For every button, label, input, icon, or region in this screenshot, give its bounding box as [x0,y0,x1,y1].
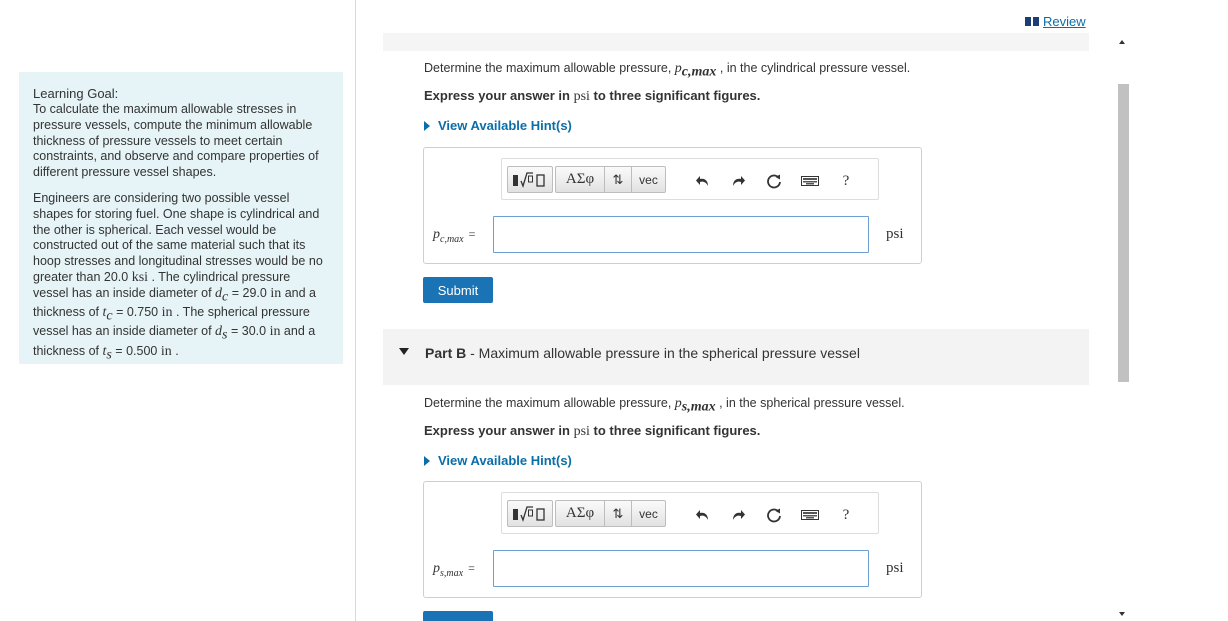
submit-button[interactable]: Submit [423,277,493,303]
templates-button[interactable] [507,166,553,193]
templates-icon [508,167,552,192]
expand-arrow-icon [424,120,430,131]
greek-icon[interactable]: ΑΣφ [556,167,604,192]
arrows-icon[interactable]: ⇅ [605,167,631,192]
collapse-triangle-icon [399,348,409,355]
part-b-unit: psi [886,560,904,576]
undo-icon[interactable] [693,506,713,524]
vec-icon[interactable]: vec [632,501,665,526]
panel-divider [355,0,356,621]
book-icon [1025,17,1039,27]
help-icon[interactable]: ? [836,172,856,190]
part-a-variable-label: pc,max = [433,227,476,245]
expand-arrow-icon [424,455,430,466]
learning-goal-text: To calculate the maximum allowable stres… [33,102,319,180]
part-b-answer-input[interactable] [493,550,869,587]
help-icon[interactable]: ? [836,506,856,524]
keyboard-icon[interactable] [800,506,820,524]
submit-button-partial[interactable] [423,611,493,621]
redo-icon[interactable] [728,172,748,190]
part-a-answer-box: ΑΣφ ⇅ vec ? pc,max = psi [423,147,922,264]
keyboard-icon[interactable] [800,172,820,190]
review-link[interactable]: Review [1025,14,1086,29]
part-a-hint-link[interactable]: View Available Hint(s) [424,118,572,133]
scrollbar-thumb[interactable] [1118,84,1129,382]
templates-button[interactable] [507,500,553,527]
problem-description: Engineers are considering two possible v… [33,190,323,363]
math-toolbar: ΑΣφ ⇅ vec ? [501,492,879,534]
undo-icon[interactable] [693,172,713,190]
scroll-up-arrow-icon[interactable] [1119,40,1125,44]
part-a-unit: psi [886,226,904,242]
learning-goal-panel: Learning Goal: To calculate the maximum … [19,72,343,364]
redo-icon[interactable] [728,506,748,524]
math-toolbar: ΑΣφ ⇅ vec ? [501,158,879,200]
part-b-answer-box: ΑΣφ ⇅ vec ? ps,max = psi [423,481,922,598]
learning-goal-title: Learning Goal: [33,86,119,101]
symbol-button-group: ΑΣφ ⇅ vec [555,500,666,527]
part-b-hint-link[interactable]: View Available Hint(s) [424,453,572,468]
part-a-instruction: Express your answer in psi to three sign… [424,88,761,104]
part-a-question: Determine the maximum allowable pressure… [424,61,911,80]
part-b-instruction: Express your answer in psi to three sign… [424,423,761,439]
vec-icon[interactable]: vec [632,167,665,192]
symbol-button-group: ΑΣφ ⇅ vec [555,166,666,193]
part-b-variable-label: ps,max = [433,561,475,579]
part-b-title: Part B - Maximum allowable pressure in t… [425,345,860,361]
reset-icon[interactable] [764,506,784,524]
greek-icon[interactable]: ΑΣφ [556,501,604,526]
reset-icon[interactable] [764,172,784,190]
arrows-icon[interactable]: ⇅ [605,501,631,526]
part-a-header-band [383,33,1089,51]
part-b-header[interactable]: Part B - Maximum allowable pressure in t… [383,329,1089,385]
scroll-down-arrow-icon[interactable] [1119,612,1125,616]
templates-icon [508,501,552,526]
part-a-answer-input[interactable] [493,216,869,253]
part-b-question: Determine the maximum allowable pressure… [424,396,905,415]
